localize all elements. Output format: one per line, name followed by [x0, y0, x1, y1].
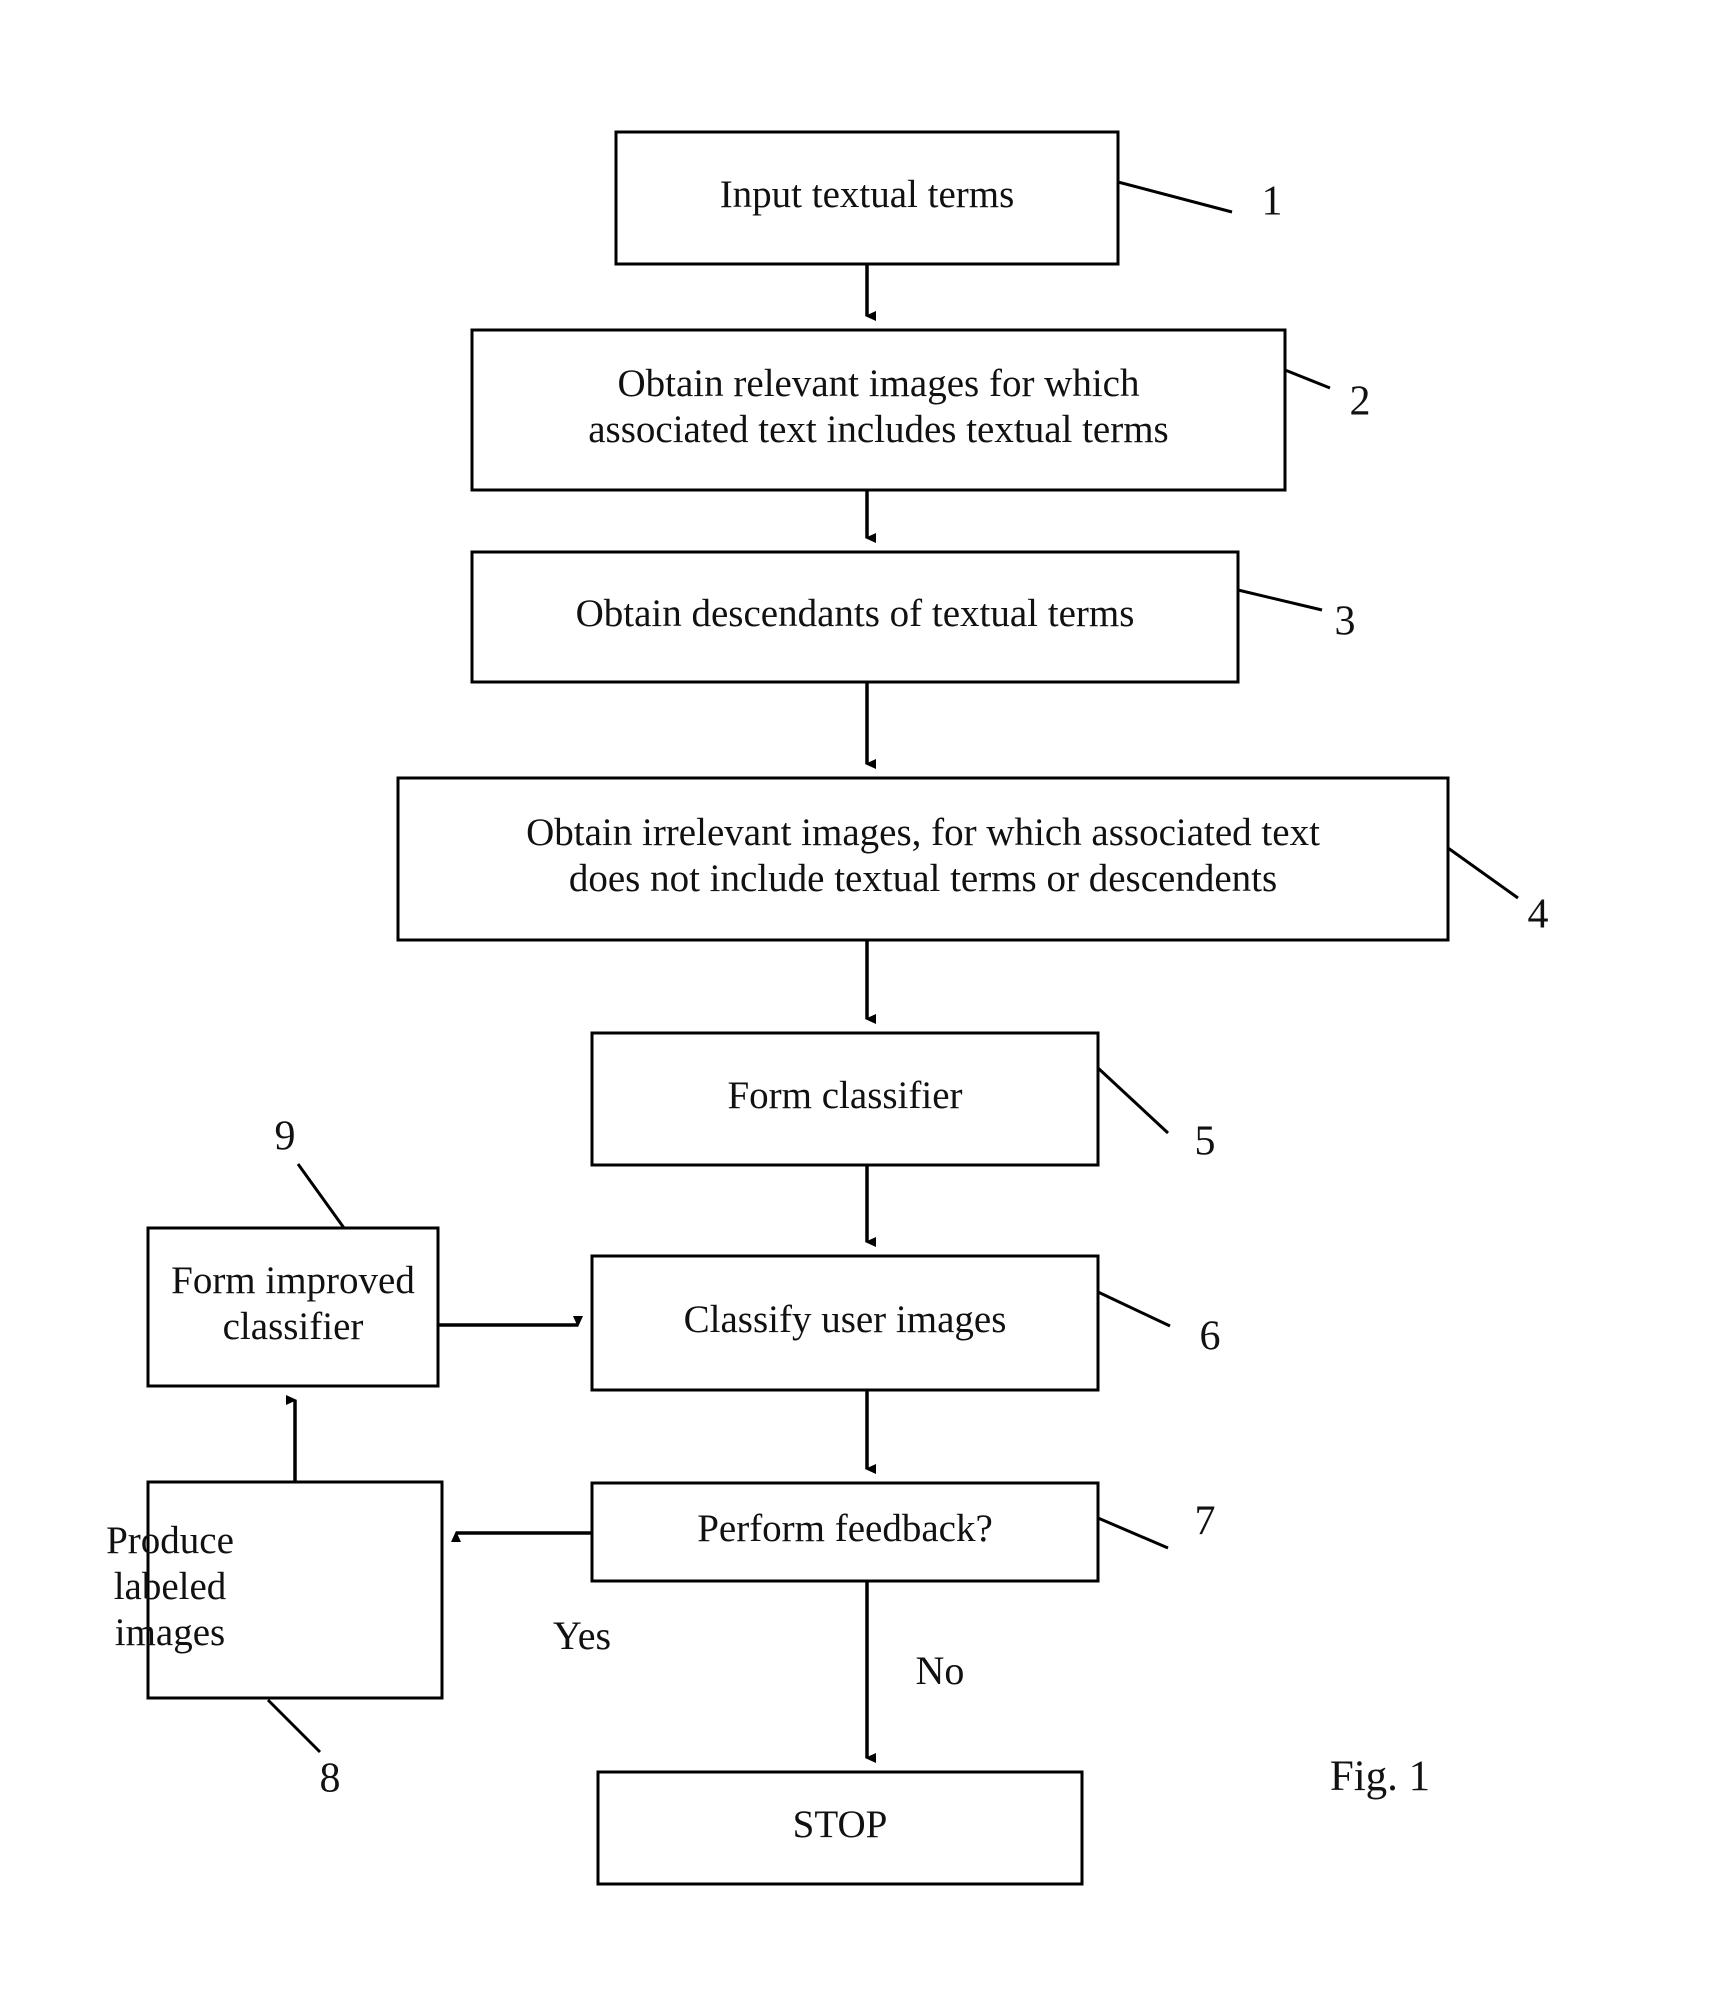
- node-label-n5-line-0: Form classifier: [727, 1074, 962, 1117]
- reference-leader-6: [1097, 1290, 1171, 1328]
- reference-number-2: 2: [1350, 379, 1371, 425]
- node-label-n4-line-1: does not include textual terms or descen…: [569, 857, 1277, 900]
- node-label-n8-line-2: images: [115, 1611, 225, 1654]
- flowchart-diagram: Yes No Input textual terms Obtain relevant…: [106, 130, 1549, 1886]
- node-label-n2-line-1: associated text includes textual terms: [588, 408, 1169, 451]
- node-label-n4-line-0: Obtain irrelevant images, for which asso…: [526, 811, 1320, 854]
- reference-leader-7: [1097, 1516, 1169, 1550]
- reference-number-7: 7: [1195, 1499, 1216, 1545]
- flow-node-n4: Obtain irrelevant images, for which asso…: [396, 776, 1450, 942]
- flow-node-n9: Form improvedclassifier: [146, 1226, 440, 1388]
- reference-leader-4: [1447, 846, 1519, 900]
- flow-node-n6: Classify user images: [590, 1254, 1100, 1392]
- flow-node-n7: Perform feedback?: [590, 1481, 1100, 1583]
- flow-node-n1: Input textual terms: [614, 130, 1120, 266]
- reference-leader-8: [266, 1698, 322, 1754]
- flow-node-n8: Producelabeledimages: [106, 1480, 444, 1700]
- node-label-n8-line-1: labeled: [114, 1565, 227, 1608]
- reference-number-4: 4: [1528, 892, 1549, 938]
- node-label-n9-line-0: Form improved: [171, 1259, 415, 1302]
- reference-leader-1: [1117, 180, 1233, 214]
- node-label-n1-line-0: Input textual terms: [720, 173, 1015, 216]
- node-label-n7-line-0: Perform feedback?: [697, 1507, 993, 1550]
- node-label-n6-line-0: Classify user images: [684, 1298, 1007, 1341]
- branch-label-e10: No: [916, 1648, 965, 1693]
- node-label-n9-line-1: classifier: [223, 1305, 364, 1348]
- flow-node-n5: Form classifier: [590, 1031, 1100, 1167]
- node-label-n8-line-0: Produce: [106, 1519, 234, 1562]
- node-label-n3-line-0: Obtain descendants of textual terms: [576, 592, 1135, 635]
- reference-leader-5: [1096, 1066, 1170, 1135]
- reference-number-3: 3: [1335, 599, 1356, 645]
- branch-label-e7: Yes: [553, 1613, 611, 1658]
- reference-number-6: 6: [1200, 1314, 1221, 1360]
- reference-leader-9: [296, 1163, 346, 1229]
- reference-number-9: 9: [275, 1114, 296, 1160]
- reference-number-1: 1: [1262, 179, 1283, 225]
- nodes-layer: Input textual terms Obtain relevant image…: [106, 130, 1450, 1886]
- reference-number-5: 5: [1195, 1119, 1216, 1165]
- figure-canvas: Yes No Input textual terms Obtain relevant…: [0, 0, 1734, 2016]
- reference-leader-2: [1284, 368, 1331, 390]
- reference-leader-3: [1237, 588, 1323, 612]
- flow-node-n3: Obtain descendants of textual terms: [470, 550, 1240, 684]
- reference-number-8: 8: [320, 1756, 341, 1802]
- node-label-n10-line-0: STOP: [793, 1803, 888, 1846]
- figure-caption: Fig. 1: [1330, 1753, 1430, 1800]
- flow-node-n10: STOP: [596, 1770, 1084, 1886]
- flow-node-n2: Obtain relevant images for whichassociat…: [470, 328, 1287, 492]
- node-label-n2-line-0: Obtain relevant images for which: [618, 362, 1140, 405]
